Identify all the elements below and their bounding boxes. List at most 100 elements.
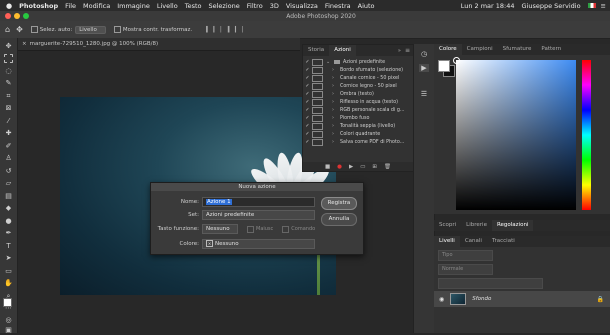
- tab-pattern[interactable]: Pattern: [536, 44, 566, 55]
- auto-select-checkbox[interactable]: [30, 26, 38, 33]
- lasso-tool-icon[interactable]: ◌: [4, 67, 13, 76]
- document-tab[interactable]: × marguerite-729510_1280.jpg @ 100% (RGB…: [18, 38, 300, 51]
- chevron-right-icon[interactable]: ›: [332, 139, 340, 145]
- blur-tool-icon[interactable]: ◆: [4, 204, 13, 213]
- color-picker-cursor[interactable]: [453, 57, 460, 64]
- menu-aiuto[interactable]: Aiuto: [358, 2, 375, 10]
- chevron-right-icon[interactable]: ›: [332, 83, 340, 89]
- close-tab-icon[interactable]: ×: [22, 41, 27, 47]
- dialog-toggle[interactable]: [312, 74, 323, 82]
- set-select[interactable]: Azioni predefinite: [202, 210, 315, 220]
- tab-sfumature[interactable]: Sfumature: [498, 44, 537, 55]
- chevron-right-icon[interactable]: ›: [332, 123, 340, 129]
- dialog-toggle[interactable]: [312, 114, 323, 122]
- tab-tracciati[interactable]: Tracciati: [487, 236, 520, 247]
- check-icon[interactable]: ✓: [303, 139, 312, 145]
- menu-immagine[interactable]: Immagine: [117, 2, 150, 10]
- shift-checkbox[interactable]: [247, 225, 254, 233]
- brush-tool-icon[interactable]: ✐: [4, 142, 13, 151]
- history-panel-icon[interactable]: ◷: [419, 50, 429, 58]
- actions-panel-icon[interactable]: ▶: [419, 64, 429, 72]
- quick-mask-icon[interactable]: ◎: [4, 316, 13, 325]
- new-action-icon[interactable]: ⊞: [372, 164, 377, 170]
- check-icon[interactable]: ✓: [303, 115, 312, 121]
- menu-filtro[interactable]: Filtro: [247, 2, 263, 10]
- dialog-toggle[interactable]: [312, 66, 323, 74]
- chevron-down-icon[interactable]: ⌄: [326, 59, 334, 65]
- lock-controls[interactable]: [438, 278, 543, 289]
- dialog-toggle[interactable]: [312, 106, 323, 114]
- eye-icon[interactable]: ◉: [439, 296, 444, 303]
- move-tool-icon[interactable]: ✥: [16, 25, 23, 34]
- menu-visualizza[interactable]: Visualizza: [286, 2, 318, 10]
- check-icon[interactable]: ✓: [303, 91, 312, 97]
- home-icon[interactable]: ⌂: [5, 25, 10, 34]
- chevron-right-icon[interactable]: ›: [332, 107, 340, 113]
- check-icon[interactable]: ✓: [303, 107, 312, 113]
- clock[interactable]: Lun 2 mar 18:44: [461, 2, 515, 10]
- layer-filter-select[interactable]: Tipo: [438, 250, 493, 261]
- tab-regolazioni[interactable]: Regolazioni: [491, 220, 534, 231]
- check-icon[interactable]: ✓: [303, 83, 312, 89]
- tab-livelli[interactable]: Livelli: [434, 236, 460, 247]
- trash-icon[interactable]: 🗑: [384, 164, 391, 170]
- tab-canali[interactable]: Canali: [460, 236, 487, 247]
- menu-file[interactable]: File: [65, 2, 76, 10]
- record-button[interactable]: Registra: [321, 197, 357, 210]
- collapse-icon[interactable]: »: [398, 48, 401, 54]
- minimize-window-button[interactable]: [14, 13, 20, 19]
- healing-tool-icon[interactable]: ✚: [4, 129, 13, 138]
- eyedropper-tool-icon[interactable]: ⁄: [4, 117, 13, 126]
- menu-3d[interactable]: 3D: [270, 2, 279, 10]
- tab-storia[interactable]: Storia: [303, 45, 329, 56]
- tab-azioni[interactable]: Azioni: [329, 45, 356, 56]
- command-checkbox[interactable]: [282, 225, 290, 233]
- action-item[interactable]: ✓ › Bordo sfumato (selezione): [303, 66, 413, 74]
- transform-checkbox[interactable]: [113, 26, 121, 33]
- panel-menu-icon[interactable]: ≡: [405, 47, 410, 54]
- stamp-tool-icon[interactable]: ♙: [4, 154, 13, 163]
- quick-select-tool-icon[interactable]: ✎: [4, 79, 13, 88]
- chevron-right-icon[interactable]: ›: [332, 91, 340, 97]
- lock-icon[interactable]: 🔒: [597, 296, 604, 303]
- menu-app[interactable]: Photoshop: [19, 2, 58, 10]
- dialog-toggle[interactable]: [312, 130, 323, 138]
- chevron-right-icon[interactable]: ›: [332, 75, 340, 81]
- dialog-toggle[interactable]: [312, 82, 323, 90]
- foreground-swatch[interactable]: [3, 298, 12, 307]
- dialog-toggle[interactable]: [312, 138, 323, 146]
- crop-tool-icon[interactable]: ⌗: [4, 92, 13, 101]
- action-item[interactable]: ✓ › Salva come PDF di Photo...: [303, 138, 413, 146]
- layer-name[interactable]: Sfondo: [472, 296, 491, 302]
- history-brush-tool-icon[interactable]: ↺: [4, 167, 13, 176]
- close-window-button[interactable]: [5, 13, 11, 19]
- frame-tool-icon[interactable]: ⊠: [4, 104, 13, 113]
- menu-modifica[interactable]: Modifica: [83, 2, 110, 10]
- path-select-tool-icon[interactable]: ➤: [4, 254, 13, 263]
- action-item[interactable]: ✓ › Canale cornice - 50 pixel: [303, 74, 413, 82]
- check-icon[interactable]: ✓: [303, 75, 312, 81]
- chevron-right-icon[interactable]: ›: [332, 99, 340, 105]
- auto-select-dropdown[interactable]: Livello: [75, 25, 106, 34]
- hue-slider[interactable]: [582, 60, 591, 210]
- action-item[interactable]: ✓ › Colori quadrante: [303, 130, 413, 138]
- dialog-toggle[interactable]: [312, 122, 323, 130]
- menu-testo[interactable]: Testo: [185, 2, 202, 10]
- tab-scopri[interactable]: Scopri: [434, 220, 461, 231]
- check-icon[interactable]: ✓: [303, 123, 312, 129]
- align-icons[interactable]: ▍▎▏▍▎▏: [206, 27, 249, 33]
- menu-finestra[interactable]: Finestra: [325, 2, 351, 10]
- menu-livello[interactable]: Livello: [157, 2, 178, 10]
- chevron-right-icon[interactable]: ›: [332, 131, 340, 137]
- menu-selezione[interactable]: Selezione: [209, 2, 240, 10]
- action-name-field[interactable]: Azione 1: [202, 197, 315, 207]
- pen-tool-icon[interactable]: ✒: [4, 229, 13, 238]
- layer-thumbnail[interactable]: [450, 293, 467, 305]
- check-icon[interactable]: ✓: [303, 99, 312, 105]
- action-item[interactable]: ✓ › Tonalità seppia (livello): [303, 122, 413, 130]
- play-icon[interactable]: ▶: [349, 164, 353, 170]
- gradient-tool-icon[interactable]: ▤: [4, 192, 13, 201]
- tab-librerie[interactable]: Librerie: [461, 220, 492, 231]
- shape-tool-icon[interactable]: ▭: [4, 267, 13, 276]
- action-item[interactable]: ✓ › RGB personale scala di g...: [303, 106, 413, 114]
